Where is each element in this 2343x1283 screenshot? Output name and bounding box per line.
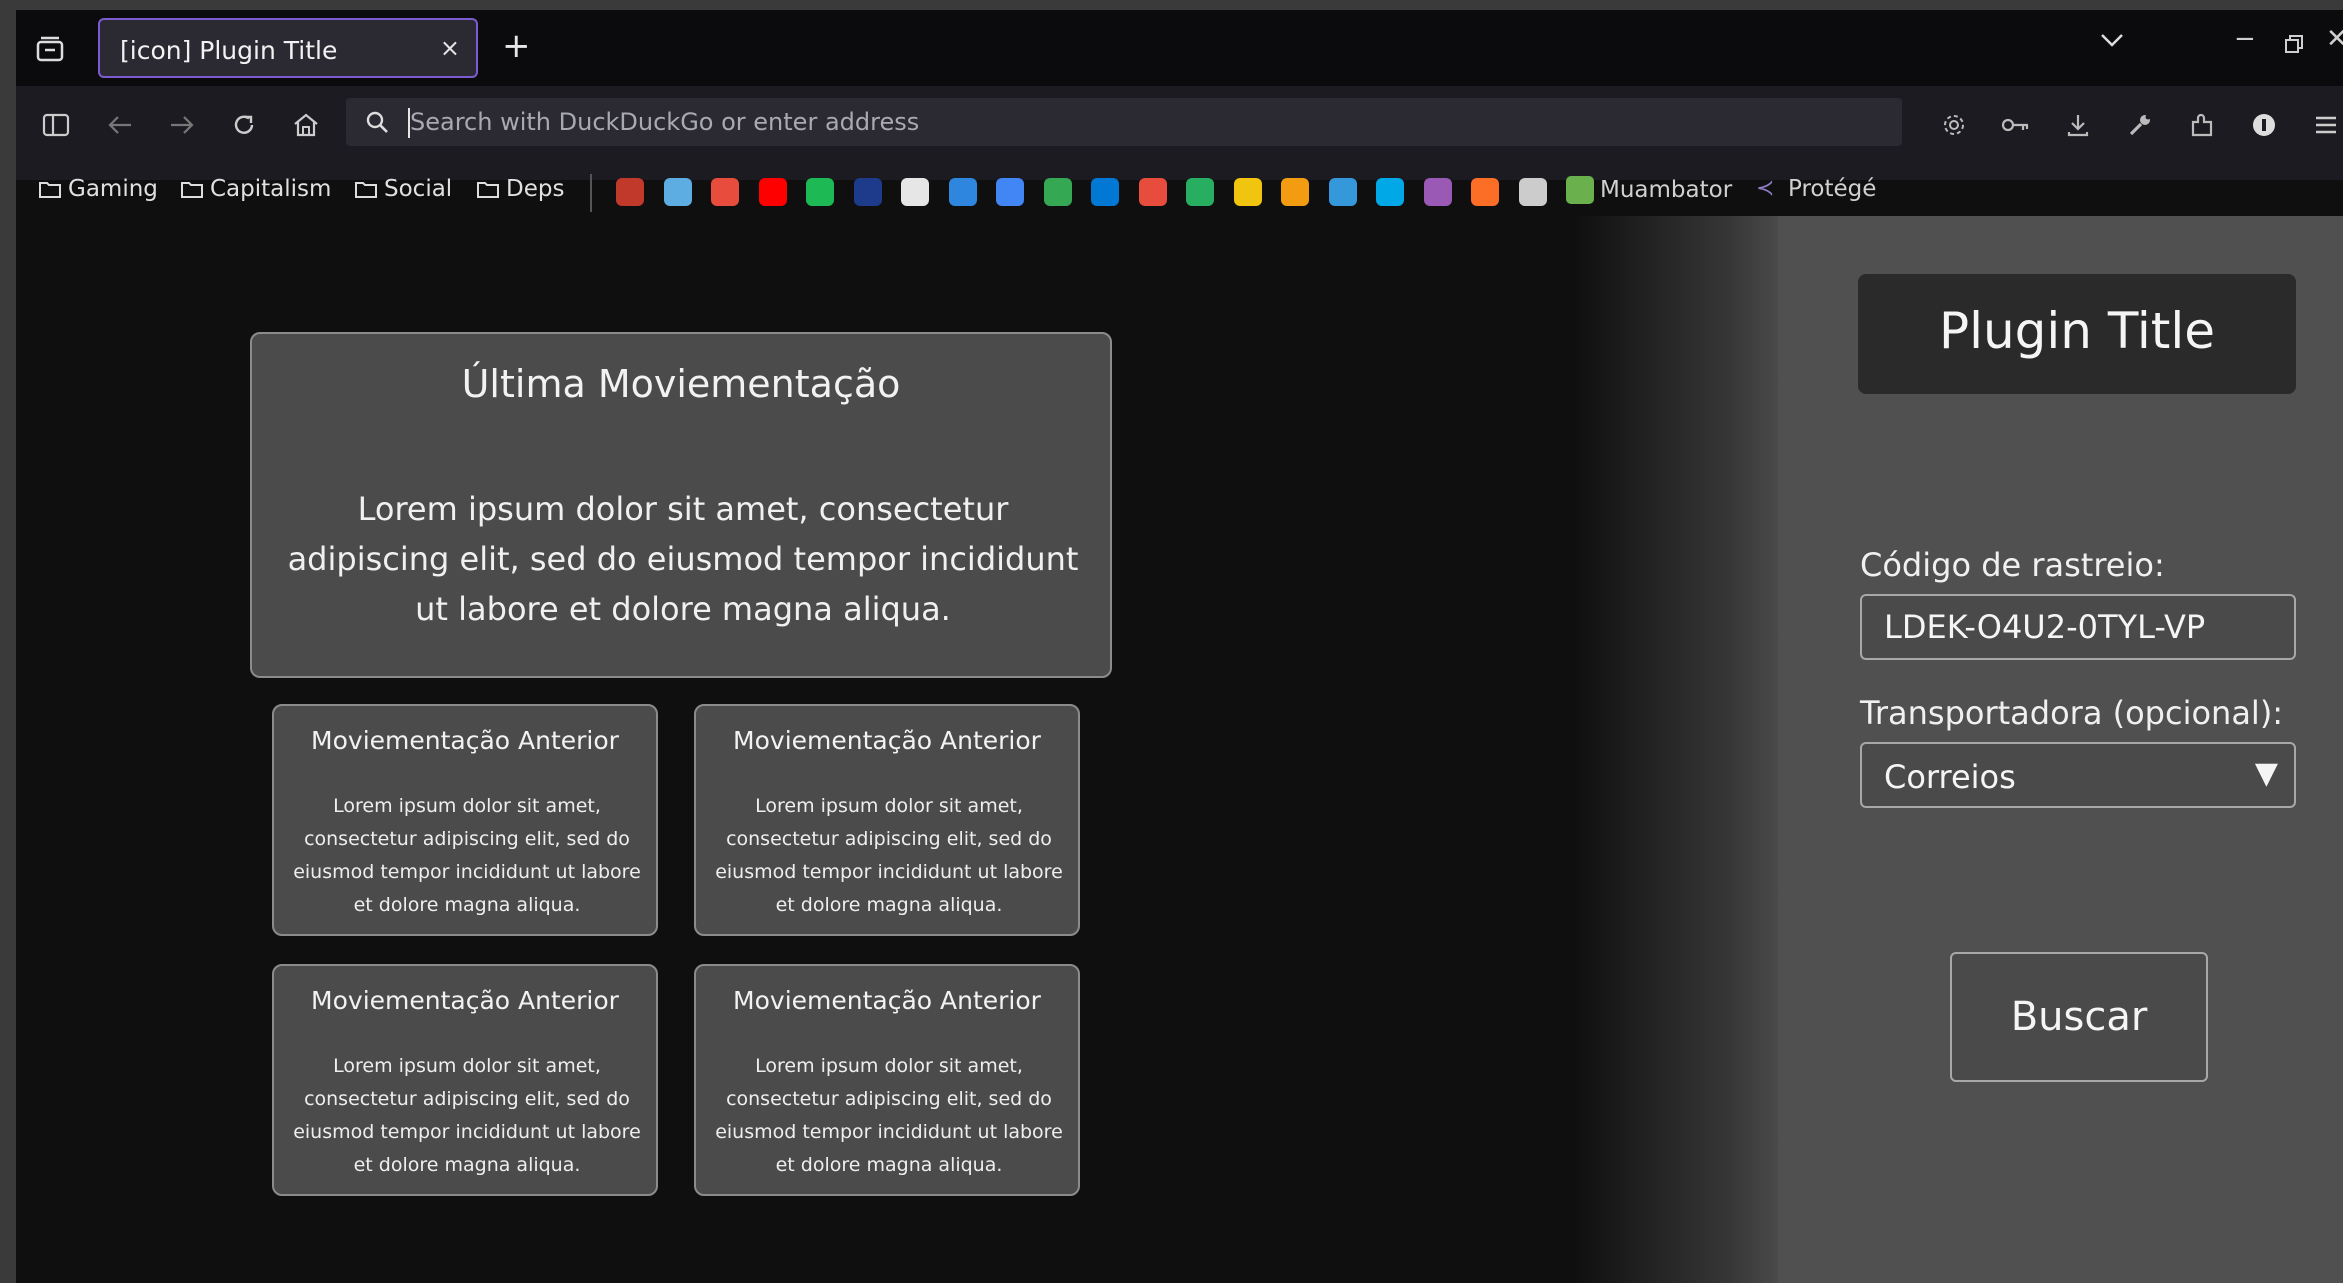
address-input[interactable] (410, 106, 1810, 138)
bookmark-label: Protégé (1788, 176, 1877, 202)
plugin-title: Plugin Title (1938, 302, 2216, 360)
chevron-down-icon[interactable] (2098, 30, 2126, 54)
wrench-icon[interactable] (2124, 109, 2156, 141)
bookmark-separator (590, 174, 592, 212)
address-bar[interactable] (346, 98, 1902, 146)
new-tab-icon[interactable]: + (502, 26, 531, 66)
previous-movement-title: Moviementação Anterior (733, 986, 1041, 1015)
previous-movement-title: Moviementação Anterior (311, 726, 619, 755)
last-movement-body: Lorem ipsum dolor sit amet, consectetur … (287, 490, 1079, 628)
bookmark-favicon-icon[interactable] (948, 178, 977, 206)
tracking-code-label: Código de rastreio: (1860, 546, 2165, 584)
sidebar-toggle-icon[interactable] (40, 109, 72, 141)
back-icon[interactable] (104, 109, 136, 141)
bookmark-folder-gaming[interactable]: Gaming (38, 176, 158, 202)
bookmark-favicon-icon[interactable] (806, 178, 834, 206)
folder-icon (355, 182, 377, 198)
bookmark-folder-label: Social (384, 176, 453, 202)
bookmark-favicon-icon[interactable] (1423, 178, 1452, 206)
bookmark-protege[interactable]: ≺ Protégé (1756, 176, 1876, 202)
folder-icon (39, 182, 61, 198)
bookmark-label: Muambator (1600, 177, 1733, 203)
previous-movement-body: Lorem ipsum dolor sit amet, consectetur … (715, 795, 1063, 916)
folder-icon (477, 182, 499, 198)
window-close-icon[interactable]: ✕ (2326, 24, 2343, 54)
bookmarks-toolbar: Gaming Capitalism Social Deps Muambator … (16, 170, 2343, 216)
tab-title: [icon] Plugin Title (120, 36, 338, 65)
bookmark-folder-capitalism[interactable]: Capitalism (180, 176, 331, 202)
search-icon (364, 109, 390, 139)
tab-list-icon[interactable] (30, 29, 70, 69)
bookmark-favicon-icon[interactable] (1471, 178, 1499, 206)
minimize-icon[interactable]: − (2234, 24, 2256, 54)
bookmark-favicon-icon[interactable] (616, 178, 644, 206)
settings-icon[interactable] (1938, 109, 1970, 141)
tab-close-icon[interactable]: × (440, 34, 460, 62)
protege-icon: ≺ (1756, 176, 1775, 201)
previous-movement-card: Moviementação Anterior Lorem ipsum dolor… (272, 704, 658, 936)
browser-window: [icon] Plugin Title × + − ✕ Search with … (16, 10, 2343, 1283)
bookmark-favicon-icon[interactable] (1186, 178, 1214, 206)
bookmark-favicon-icon[interactable] (1328, 178, 1357, 206)
previous-movement-body: Lorem ipsum dolor sit amet, consectetur … (293, 795, 641, 916)
dropdown-arrow-icon: ▼ (2254, 756, 2278, 791)
previous-movement-card: Moviementação Anterior Lorem ipsum dolor… (272, 964, 658, 1196)
carrier-label: Transportadora (opcional): (1860, 694, 2284, 732)
extensions-icon[interactable] (2186, 109, 2218, 141)
tab-strip: [icon] Plugin Title × + − ✕ (16, 10, 2343, 86)
bookmark-favicon-icon[interactable] (853, 178, 882, 206)
page-content: Última Moviementação Lorem ipsum dolor s… (16, 216, 2343, 1283)
sidebar-shadow (1574, 216, 1794, 1283)
reload-icon[interactable] (228, 109, 260, 141)
bookmark-favicon-icon[interactable] (1233, 178, 1262, 206)
bookmark-favicon-icon[interactable] (1376, 178, 1404, 206)
search-button[interactable]: Buscar (1950, 952, 2208, 1082)
home-icon[interactable] (290, 109, 322, 141)
tab-plugin-title[interactable]: [icon] Plugin Title × (98, 18, 478, 78)
bookmark-folder-label: Gaming (68, 176, 158, 202)
bookmark-favicon-icon[interactable] (1281, 178, 1309, 206)
plugin-title-box: Plugin Title (1858, 274, 2296, 394)
last-movement-title: Última Moviementação (461, 362, 901, 406)
muambator-icon (1566, 176, 1594, 204)
last-movement-card: Última Moviementação Lorem ipsum dolor s… (250, 332, 1112, 678)
carrier-select[interactable]: Correios ▼ (1860, 742, 2296, 808)
bookmark-favicon-icon[interactable] (1091, 178, 1119, 206)
bookmark-favicon-icon[interactable] (1138, 178, 1167, 206)
bookmark-folder-label: Deps (506, 176, 565, 202)
nav-bar (16, 86, 2343, 180)
menu-icon[interactable] (2310, 109, 2342, 141)
carrier-select-value: Correios (1884, 758, 2016, 796)
bookmark-folder-social[interactable]: Social (354, 176, 452, 202)
bookmark-folder-label: Capitalism (210, 176, 332, 202)
account-icon[interactable] (2248, 109, 2280, 141)
bookmark-favicon-icon[interactable] (758, 178, 787, 206)
previous-movement-body: Lorem ipsum dolor sit amet, consectetur … (715, 1055, 1063, 1176)
bookmark-favicon-icon[interactable] (663, 178, 692, 206)
bookmark-muambator[interactable]: Muambator (1566, 176, 1732, 204)
previous-movement-card: Moviementação Anterior Lorem ipsum dolor… (694, 964, 1080, 1196)
restore-icon[interactable] (2284, 34, 2304, 58)
previous-movement-body: Lorem ipsum dolor sit amet, consectetur … (293, 1055, 641, 1176)
folder-icon (181, 182, 203, 198)
bookmark-favicon-icon[interactable] (1043, 178, 1072, 206)
previous-movement-card: Moviementação Anterior Lorem ipsum dolor… (694, 704, 1080, 936)
previous-movement-title: Moviementação Anterior (733, 726, 1041, 755)
tracking-code-input[interactable] (1860, 594, 2296, 660)
previous-movement-title: Moviementação Anterior (311, 986, 619, 1015)
bookmark-folder-deps[interactable]: Deps (476, 176, 564, 202)
bookmark-favicon-icon[interactable] (901, 178, 929, 206)
bookmark-favicon-icon[interactable] (1518, 178, 1547, 206)
bookmark-favicon-icon[interactable] (711, 178, 739, 206)
forward-icon[interactable] (166, 109, 198, 141)
bookmark-favicon-icon[interactable] (996, 178, 1024, 206)
key-icon[interactable] (2000, 109, 2032, 141)
download-icon[interactable] (2062, 109, 2094, 141)
text-caret (408, 108, 410, 138)
